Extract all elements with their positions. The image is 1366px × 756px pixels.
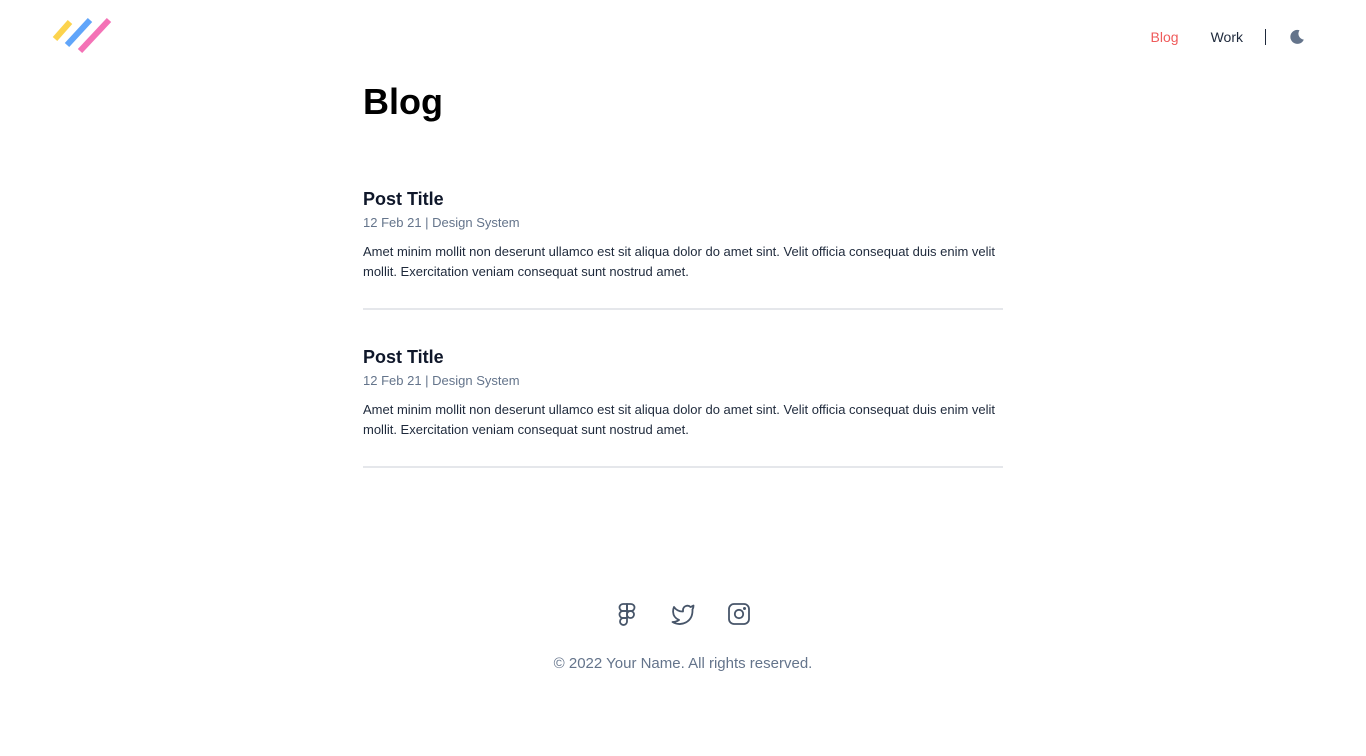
twitter-icon	[671, 604, 695, 625]
logo[interactable]	[50, 16, 114, 56]
post-item: Post Title 12 Feb 21 | Design System Ame…	[363, 188, 1003, 310]
twitter-link[interactable]	[671, 602, 695, 626]
post-meta: 12 Feb 21 | Design System	[363, 215, 520, 230]
nav-work-link[interactable]: Work	[1211, 28, 1243, 46]
instagram-link[interactable]	[727, 602, 751, 626]
copyright-text: © 2022 Your Name. All rights reserved.	[553, 655, 813, 672]
main-content: Blog Post Title 12 Feb 21 | Design Syste…	[363, 78, 1003, 504]
post-excerpt: Amet minim mollit non deserunt ullamco e…	[363, 402, 996, 437]
tri-stripe-logo-icon	[52, 17, 112, 54]
post-meta: 12 Feb 21 | Design System	[363, 373, 520, 388]
theme-toggle-button[interactable]	[1288, 28, 1306, 46]
page: Blog Work Blog Post Title 12 Feb 21 | De…	[0, 0, 1366, 756]
instagram-icon	[728, 603, 750, 625]
page-title: Blog	[363, 81, 443, 122]
post-item: Post Title 12 Feb 21 | Design System Ame…	[363, 346, 1003, 468]
main-nav: Blog Work	[1151, 28, 1306, 46]
post-excerpt: Amet minim mollit non deserunt ullamco e…	[363, 244, 996, 279]
nav-divider	[1265, 29, 1266, 45]
post-title-link[interactable]: Post Title	[363, 346, 1003, 368]
figma-icon	[618, 603, 636, 626]
nav-blog-link[interactable]: Blog	[1151, 28, 1179, 46]
moon-icon	[1290, 29, 1304, 44]
footer: © 2022 Your Name. All rights reserved.	[0, 602, 1366, 674]
post-title-link[interactable]: Post Title	[363, 188, 1003, 210]
social-links	[0, 602, 1366, 626]
figma-link[interactable]	[615, 602, 639, 626]
post-list: Post Title 12 Feb 21 | Design System Ame…	[363, 188, 1003, 468]
